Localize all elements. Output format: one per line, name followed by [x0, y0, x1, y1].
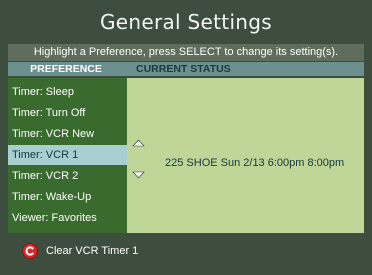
preference-item-timer-vcr-new[interactable]: Timer: VCR New — [8, 124, 127, 144]
preference-item-timer-vcr-2[interactable]: Timer: VCR 2 — [8, 166, 127, 186]
preference-column-header: PREFERENCE — [30, 63, 102, 75]
preference-item-label: Timer: VCR 2 — [12, 170, 79, 182]
column-header-bar: PREFERENCE CURRENT STATUS — [8, 62, 364, 76]
footer-bar: Clear VCR Timer 1 — [8, 238, 364, 268]
preference-item-timer-wake-up[interactable]: Timer: Wake-Up — [8, 187, 127, 207]
page-title: General Settings — [99, 10, 272, 34]
preference-item-label: Timer: VCR New — [12, 128, 95, 140]
scroll-arrows — [127, 78, 151, 233]
preference-item-timer-sleep[interactable]: Timer: Sleep — [8, 82, 127, 102]
preference-item-label: Timer: Wake-Up — [12, 191, 92, 203]
preference-item-viewer-favorites[interactable]: Viewer: Favorites — [8, 208, 127, 228]
clear-vcr-timer-label: Clear VCR Timer 1 — [46, 245, 139, 257]
status-column-header: CURRENT STATUS — [136, 63, 231, 75]
current-status-value: 225 SHOE Sun 2/13 6:00pm 8:00pm — [165, 157, 345, 169]
preference-item-label: Timer: Turn Off — [12, 107, 86, 119]
scroll-down-arrow-icon[interactable] — [132, 171, 145, 179]
preference-item-label: Timer: Sleep — [12, 86, 74, 98]
preference-list: Timer: Sleep Timer: Turn Off Timer: VCR … — [8, 78, 127, 233]
preference-item-label: Viewer: Favorites — [12, 212, 97, 224]
scroll-up-arrow-icon[interactable] — [132, 139, 145, 147]
instruction-bar: Highlight a Preference, press SELECT to … — [8, 44, 364, 61]
c-button-icon[interactable] — [22, 243, 38, 259]
settings-screen: General Settings Highlight a Preference,… — [0, 0, 372, 275]
preference-item-label: Timer: VCR 1 — [12, 149, 79, 161]
instruction-text: Highlight a Preference, press SELECT to … — [33, 46, 339, 58]
preference-item-timer-turn-off[interactable]: Timer: Turn Off — [8, 103, 127, 123]
preference-item-timer-vcr-1[interactable]: Timer: VCR 1 — [8, 145, 127, 165]
